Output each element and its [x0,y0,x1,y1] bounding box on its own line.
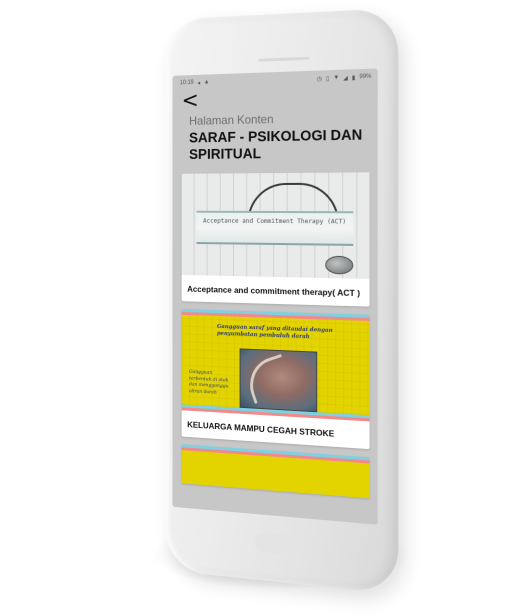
act-image-text: Acceptance and Commitment Therapy (ACT) [202,217,347,226]
content-card-next[interactable] [181,444,370,499]
battery-icon: ▮ [351,74,356,82]
page-subtitle: Halaman Konten [189,112,274,128]
card-caption: Acceptance and commitment therapy( ACT ) [187,283,361,299]
phone-mockup: 10:19 ◂ ▲ ◷ ▯ ▼ ◢ ▮ 99% < Halaman Konten… [165,7,399,595]
signal-icon: ▲ [203,79,210,86]
back-icon[interactable]: < [182,89,199,114]
status-time: 10:19 [179,79,194,87]
alarm-icon: ◷ [316,76,322,83]
app-screen: 10:19 ◂ ▲ ◷ ▯ ▼ ◢ ▮ 99% < Halaman Konten… [172,68,378,525]
page-title: SARAF - PSIKOLOGI DAN SPIRITUAL [189,127,363,163]
battery-level: 99% [359,73,372,81]
poster-side-text: Gangguan terbentuk di otak dan menggangg… [189,369,229,396]
wifi-icon: ▼ [333,74,340,82]
home-button [254,531,302,557]
content-card-stroke[interactable]: Gangguan saraf yang ditandai dengan peny… [181,309,370,450]
vibrate-icon: ▯ [325,75,330,82]
phone-speaker [258,56,310,62]
act-thumbnail: Acceptance and Commitment Therapy (ACT) [181,172,370,279]
content-card-act[interactable]: Acceptance and Commitment Therapy (ACT) … [181,172,370,307]
cell-signal-icon: ◢ [343,75,348,82]
navigation-icon: ◂ [197,80,201,87]
stethoscope-icon [325,255,354,275]
stroke-thumbnail: Gangguan saraf yang ditandai dengan peny… [181,309,370,422]
paper-band [196,210,354,246]
